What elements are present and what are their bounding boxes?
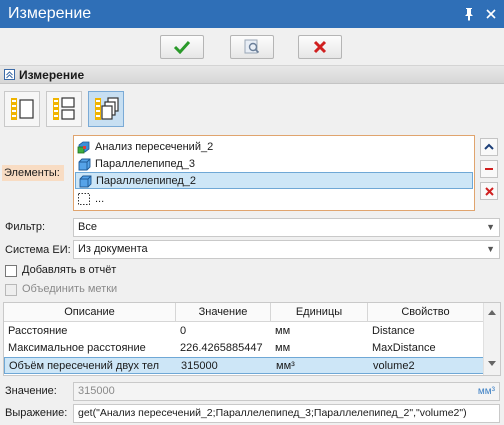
box-icon: [78, 158, 91, 170]
value-field[interactable]: 315000 мм³: [73, 382, 500, 401]
clear-elements-button[interactable]: [480, 182, 498, 200]
list-item[interactable]: ...: [75, 190, 473, 207]
element-name: Параллелепипед_3: [95, 157, 195, 170]
merge-labels-label: Объединить метки: [22, 283, 118, 295]
measurements-table[interactable]: Описание Значение Единицы Свойство Расст…: [3, 302, 501, 376]
title-bar: Измерение: [0, 0, 504, 28]
cell-value: 0: [180, 325, 187, 337]
two-elements-mode-button[interactable]: [46, 91, 82, 127]
chevron-up-icon: [484, 143, 494, 150]
filter-label: Фильтр:: [5, 221, 46, 233]
move-up-button[interactable]: [480, 138, 498, 156]
single-element-mode-button[interactable]: [4, 91, 40, 127]
cross-icon: [313, 40, 327, 54]
cell-property: Distance: [372, 325, 415, 337]
pin-icon[interactable]: [460, 5, 478, 23]
value-text: 315000: [78, 385, 115, 397]
collapse-icon[interactable]: [4, 69, 15, 80]
filter-value: Все: [78, 221, 97, 233]
filter-select[interactable]: Все ▼: [73, 218, 500, 237]
table-scrollbar[interactable]: [483, 303, 500, 375]
element-name: Параллелепипед_2: [96, 174, 196, 187]
minus-icon: [485, 168, 493, 170]
multiple-elements-icon: [95, 97, 119, 120]
preview-button[interactable]: [230, 35, 274, 59]
merge-labels-checkbox[interactable]: [5, 284, 17, 296]
cell-units: мм: [275, 325, 291, 337]
cell-description: Расстояние: [8, 325, 68, 337]
expression-label: Выражение:: [5, 407, 68, 419]
window-title: Измерение: [8, 5, 92, 22]
single-element-icon: [11, 98, 34, 120]
cell-units: мм: [275, 342, 291, 354]
section-header[interactable]: Измерение: [0, 66, 504, 84]
element-name: Анализ пересечений_2: [95, 140, 214, 153]
list-item[interactable]: Анализ пересечений_2: [75, 138, 473, 155]
value-unit: мм³: [477, 386, 495, 397]
cell-value: 315000: [181, 360, 218, 372]
chevron-down-icon: ▼: [486, 244, 495, 254]
preview-icon: [244, 39, 260, 54]
cell-units: мм³: [276, 360, 295, 372]
empty-slot-icon: [78, 192, 90, 205]
unit-system-value: Из документа: [78, 243, 148, 255]
unit-system-select[interactable]: Из документа ▼: [73, 240, 500, 259]
expression-text: get("Анализ пересечений_2;Параллелепипед…: [78, 407, 467, 419]
intersection-analysis-icon: [77, 141, 90, 153]
chevron-down-icon: ▼: [486, 222, 495, 232]
elements-list[interactable]: Анализ пересечений_2 Параллелепипед_3 Па…: [73, 135, 475, 211]
cross-icon: [484, 186, 494, 196]
column-header-description[interactable]: Описание: [4, 303, 176, 322]
add-to-report-checkbox[interactable]: [5, 265, 17, 277]
column-header-value[interactable]: Значение: [176, 303, 271, 322]
table-row[interactable]: Расстояние 0 мм Distance: [4, 323, 484, 340]
box-icon: [79, 175, 92, 187]
section-title: Измерение: [19, 67, 85, 82]
list-item-selected[interactable]: Параллелепипед_2: [75, 172, 473, 189]
cell-property: volume2: [373, 360, 415, 372]
cell-description: Максимальное расстояние: [8, 342, 146, 354]
unit-system-label: Система ЕИ:: [5, 244, 71, 256]
action-bar: [0, 28, 504, 66]
scroll-up-icon: [488, 310, 496, 315]
cell-value: 226.4265885447: [180, 342, 263, 354]
value-label: Значение:: [5, 385, 57, 397]
checkmark-icon: [173, 40, 191, 54]
remove-element-button[interactable]: [480, 160, 498, 178]
column-header-property[interactable]: Свойство: [368, 303, 484, 322]
cell-description: Объём пересечений двух тел: [9, 360, 160, 372]
table-row[interactable]: Максимальное расстояние 226.4265885447 м…: [4, 340, 484, 357]
table-row-selected[interactable]: Объём пересечений двух тел 315000 мм³ vo…: [4, 357, 484, 374]
multiple-elements-mode-button[interactable]: [88, 91, 124, 127]
ok-button[interactable]: [160, 35, 204, 59]
close-icon[interactable]: [482, 5, 500, 23]
two-elements-icon: [53, 97, 75, 120]
add-to-report-label: Добавлять в отчёт: [22, 264, 117, 276]
element-name: ...: [95, 192, 105, 205]
scroll-down-icon: [488, 361, 496, 366]
cell-property: MaxDistance: [372, 342, 436, 354]
list-item[interactable]: Параллелепипед_3: [75, 155, 473, 172]
elements-label: Элементы:: [2, 165, 64, 181]
column-header-units[interactable]: Единицы: [271, 303, 368, 322]
cancel-button[interactable]: [298, 35, 342, 59]
expression-field[interactable]: get("Анализ пересечений_2;Параллелепипед…: [73, 404, 500, 423]
